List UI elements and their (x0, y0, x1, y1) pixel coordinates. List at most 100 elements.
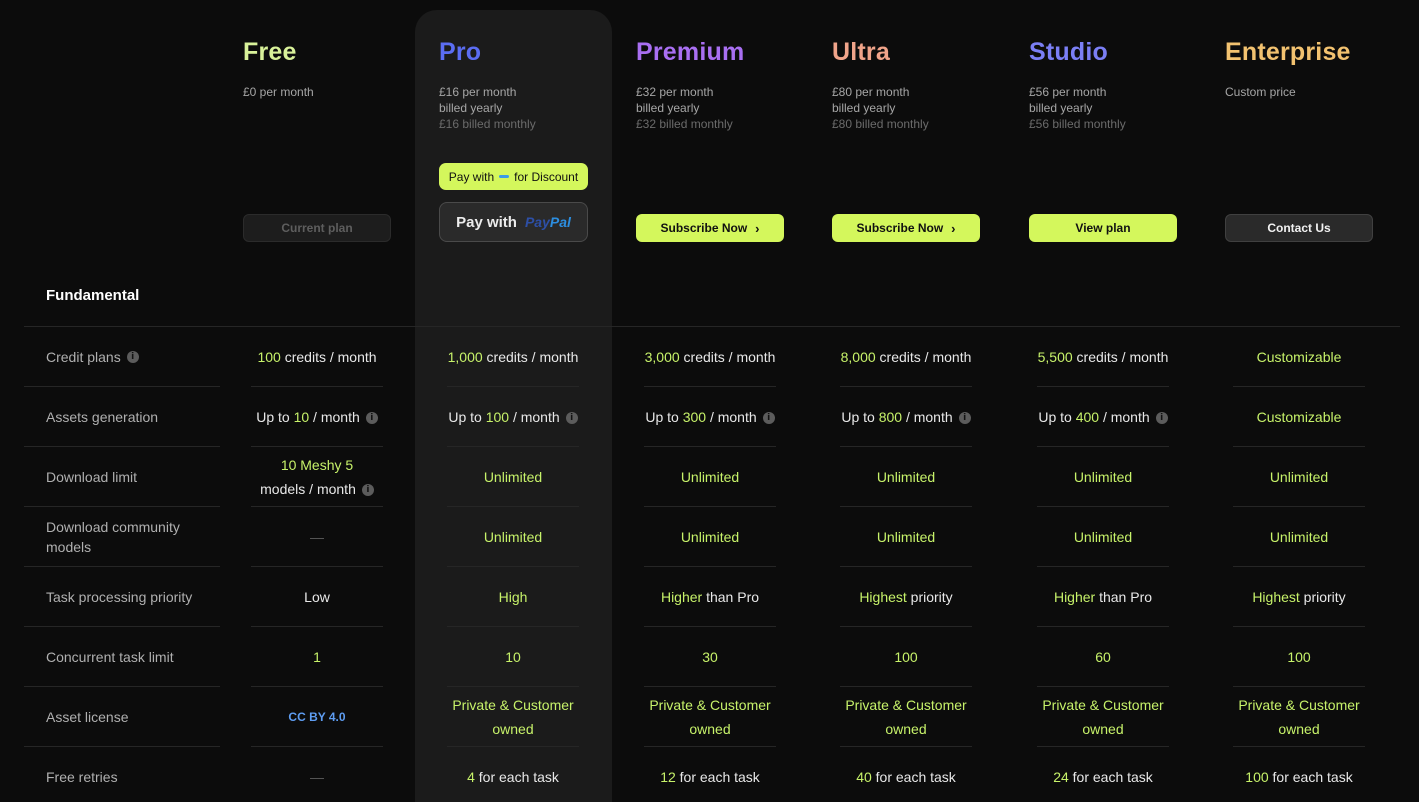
button-label: Subscribe Now (856, 221, 944, 235)
cell-studio: 60 (1037, 627, 1169, 687)
cell-value-prefix: Up to (645, 408, 683, 425)
plan-name: Enterprise (1225, 38, 1351, 66)
cell-value: Highest priority (1252, 585, 1345, 609)
button-label: View plan (1075, 221, 1131, 235)
cell-free: — (251, 507, 383, 567)
cell-pro: Up to 100 / month i (447, 387, 579, 447)
cell-premium: Higher than Pro (644, 567, 776, 627)
paypal-button[interactable]: Pay with PayPal (439, 202, 588, 242)
info-icon[interactable]: i (365, 411, 378, 424)
cell-free: Up to 10 / month i (251, 387, 383, 447)
cell-value: Unlimited (876, 528, 936, 545)
subscribe-now-button[interactable]: Subscribe Now › (832, 214, 980, 242)
cell-premium: 30 (644, 627, 776, 687)
cell-value-text: / month (1099, 408, 1150, 425)
cell-enterprise: Customizable (1233, 387, 1365, 447)
cell-value: 30 (702, 648, 718, 665)
cell-value-highlight: 40 (856, 768, 872, 785)
discount-suffix: for Discount (514, 169, 579, 184)
price-amount: £16 per month (439, 85, 517, 99)
cell-value: Highest priority (859, 585, 952, 609)
view-plan-button[interactable]: View plan (1029, 214, 1177, 242)
row-label-text: Free retries (46, 768, 118, 785)
info-icon[interactable]: i (958, 411, 971, 424)
cell-value: Up to 300 / month i (645, 405, 775, 429)
price-billing: billed yearly (636, 101, 700, 115)
plan-price: £0 per month (243, 84, 314, 100)
cell-premium: 3,000 credits / month (644, 327, 776, 387)
cell-free: 100 credits / month (251, 327, 383, 387)
cell-value-highlight: 100 (1245, 768, 1269, 785)
cell-value-text: credits / month (1072, 348, 1169, 365)
cell-value: 4 for each task (467, 765, 559, 789)
cell-ultra: 40 for each task (840, 747, 972, 802)
pay-method-icon (499, 175, 510, 178)
plan-free: Free £0 per month Current plan (219, 0, 416, 260)
table-row: Download limit 10 Meshy 5 models / month i U… (0, 447, 1419, 507)
plan-price: Custom price (1225, 84, 1296, 100)
info-icon[interactable]: i (126, 350, 139, 363)
row-label: Concurrent task limit (24, 627, 220, 687)
row-label-text: Assets generation (46, 408, 159, 425)
cell-free: Low (251, 567, 383, 627)
cell-value-text: for each task (675, 768, 760, 785)
cell-value: 24 for each task (1053, 765, 1153, 789)
paypal-logo-pay: Pay (524, 214, 550, 230)
price-amount: £32 per month (636, 85, 714, 99)
cell-ultra: Highest priority (840, 567, 972, 627)
plan-price: £56 per month billed yearly £56 billed mon… (1029, 84, 1126, 132)
button-label: Current plan (281, 221, 353, 235)
cell-ultra: 100 (840, 627, 972, 687)
cell-premium: Unlimited (644, 507, 776, 567)
cell-premium: Up to 300 / month i (644, 387, 776, 447)
info-icon[interactable]: i (565, 411, 578, 424)
button-label: Subscribe Now (660, 221, 748, 235)
table-row: Task processing priority Low High Higher th… (0, 567, 1419, 627)
cell-free: — (251, 747, 383, 802)
cell-value: 100 (1287, 648, 1311, 665)
cell-value: Unlimited (876, 468, 936, 485)
cell-premium: 12 for each task (644, 747, 776, 802)
cell-value-highlight: 4 (467, 768, 475, 785)
cell-value: Unlimited (483, 528, 543, 545)
price-monthly: £16 billed monthly (439, 117, 536, 131)
cell-premium: Private & Customer owned (644, 687, 776, 747)
cell-value: Customizable (1256, 348, 1342, 365)
cell-pro: High (447, 567, 579, 627)
cell-value-text: for each task (1268, 768, 1353, 785)
row-label-text: Download community models (46, 518, 180, 555)
row-label-text: Concurrent task limit (46, 648, 174, 665)
discount-badge[interactable]: Pay with for Discount (439, 163, 588, 190)
cell-value-text: Low (304, 588, 330, 605)
info-icon[interactable]: i (1155, 411, 1168, 424)
info-icon[interactable]: i (361, 483, 374, 496)
cell-value-highlight: Highest (859, 588, 907, 605)
cell-studio: Higher than Pro (1037, 567, 1169, 627)
license-link[interactable]: CC BY 4.0 (288, 705, 345, 729)
cell-value: 1 (313, 648, 321, 665)
plan-premium: Premium £32 per month billed yearly £32 bil… (612, 0, 809, 260)
subscribe-now-button[interactable]: Subscribe Now › (636, 214, 784, 242)
row-label: Task processing priority (24, 567, 220, 627)
table-row: Assets generation Up to 10 / month i Up to … (0, 387, 1419, 447)
cell-value-text: than Pro (702, 588, 760, 605)
contact-us-button[interactable]: Contact Us (1225, 214, 1373, 242)
price-monthly: £80 billed monthly (832, 117, 929, 131)
section-title: Fundamental (46, 287, 140, 304)
cell-value-text: models / month i (260, 477, 374, 501)
plan-price: £80 per month billed yearly £80 billed mon… (832, 84, 929, 132)
paypal-logo: PayPal (525, 214, 571, 230)
discount-prefix: Pay with (448, 169, 495, 184)
cell-value: 100 credits / month (257, 345, 376, 369)
row-label: Asset license (24, 687, 220, 747)
cell-value-text: credits / month (679, 348, 776, 365)
cell-value-prefix: Up to (1038, 408, 1076, 425)
cell-value-text: for each task (871, 768, 956, 785)
cell-value: Private & Customer owned (452, 696, 574, 737)
paypal-button-label: Pay with (456, 213, 517, 231)
table-row: Download community models — Unlimited Unlim… (0, 507, 1419, 567)
cell-value: Unlimited (1269, 528, 1329, 545)
info-icon[interactable]: i (762, 411, 775, 424)
price-billing: billed yearly (439, 101, 503, 115)
plan-name: Free (243, 38, 297, 66)
